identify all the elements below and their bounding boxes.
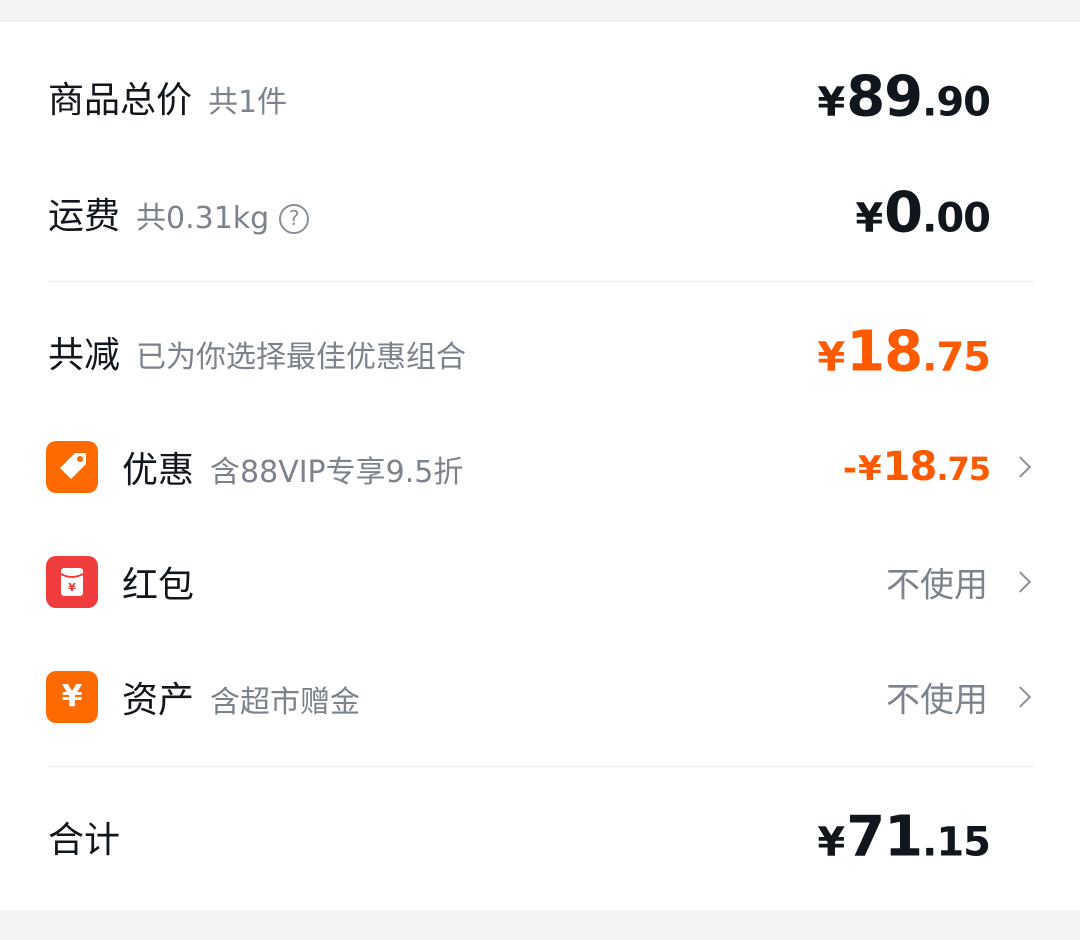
goods-total-title: 商品总价	[48, 80, 193, 121]
goods-total-amount: ¥89.90	[817, 64, 991, 130]
total-discount-note: 已为你选择最佳优惠组合	[136, 340, 467, 375]
minus-sign: -	[842, 449, 857, 489]
coupon-label: 优惠 含88VIP专享9.5折	[122, 441, 463, 493]
amount-integer: 71	[846, 804, 923, 870]
coupon-tag-icon	[46, 441, 98, 493]
goods-count: 共1件	[208, 85, 288, 120]
red-packet-row[interactable]: ¥ 红包 不使用	[0, 537, 1080, 627]
total-discount-title: 共减	[48, 335, 121, 376]
shipping-amount: ¥0.00	[855, 180, 991, 246]
goods-total-label: 商品总价 共1件	[48, 71, 287, 123]
goods-total-row: 商品总价 共1件 ¥89.90	[0, 52, 1080, 142]
order-summary-card: 商品总价 共1件 ¥89.90 运费 共0.31kg? ¥0.00 共减 已为你选择最…	[0, 22, 1080, 910]
amount-decimal: .90	[922, 79, 991, 126]
amount-decimal: .75	[922, 334, 991, 381]
shipping-row: 运费 共0.31kg? ¥0.00	[0, 168, 1080, 258]
chevron-right-icon[interactable]	[1009, 571, 1032, 593]
total-discount-row: 共减 已为你选择最佳优惠组合 ¥18.75	[0, 307, 1080, 397]
shipping-title: 运费	[48, 196, 121, 237]
assets-row[interactable]: ¥ 资产 含超市赠金 不使用	[0, 652, 1080, 742]
amount-decimal: .75	[936, 450, 991, 488]
currency-symbol: ¥	[857, 449, 882, 489]
coupon-note: 含88VIP专享9.5折	[210, 455, 464, 490]
amount-integer: 89	[846, 64, 923, 130]
grand-total-amount: ¥71.15	[817, 804, 991, 870]
shipping-label: 运费 共0.31kg?	[48, 187, 310, 239]
assets-value: 不使用	[886, 680, 988, 721]
divider	[48, 281, 1034, 282]
yen-glyph: ¥	[61, 679, 83, 714]
red-packet-value: 不使用	[886, 565, 988, 606]
grand-total-label: 合计	[48, 820, 121, 861]
currency-symbol: ¥	[817, 819, 845, 866]
total-discount-amount: ¥18.75	[817, 319, 991, 385]
shipping-weight: 共0.31kg	[136, 201, 270, 236]
amount-decimal: .15	[922, 819, 991, 866]
chevron-right-icon[interactable]	[1009, 686, 1032, 708]
amount-integer: 0	[884, 180, 923, 246]
currency-symbol: ¥	[817, 334, 845, 381]
amount-integer: 18	[882, 444, 938, 490]
svg-text:¥: ¥	[68, 581, 76, 594]
coupon-amount: -¥18.75	[842, 444, 991, 490]
red-packet-label: 红包	[122, 565, 195, 606]
assets-title: 资产	[122, 680, 195, 721]
assets-label: 资产 含超市赠金	[122, 671, 360, 723]
amount-decimal: .00	[922, 195, 991, 242]
red-packet-icon: ¥	[46, 556, 98, 608]
coupon-row[interactable]: 优惠 含88VIP专享9.5折 -¥18.75	[0, 422, 1080, 512]
chevron-right-icon[interactable]	[1009, 456, 1032, 478]
coupon-title: 优惠	[122, 450, 195, 491]
grand-total-row: 合计 ¥71.15	[0, 792, 1080, 882]
help-icon[interactable]: ?	[279, 204, 310, 234]
divider	[48, 766, 1034, 767]
currency-symbol: ¥	[855, 195, 883, 242]
currency-symbol: ¥	[817, 79, 845, 126]
assets-yen-icon: ¥	[46, 671, 98, 723]
amount-integer: 18	[846, 319, 923, 385]
total-discount-label: 共减 已为你选择最佳优惠组合	[48, 326, 466, 378]
assets-note: 含超市赠金	[210, 685, 361, 720]
